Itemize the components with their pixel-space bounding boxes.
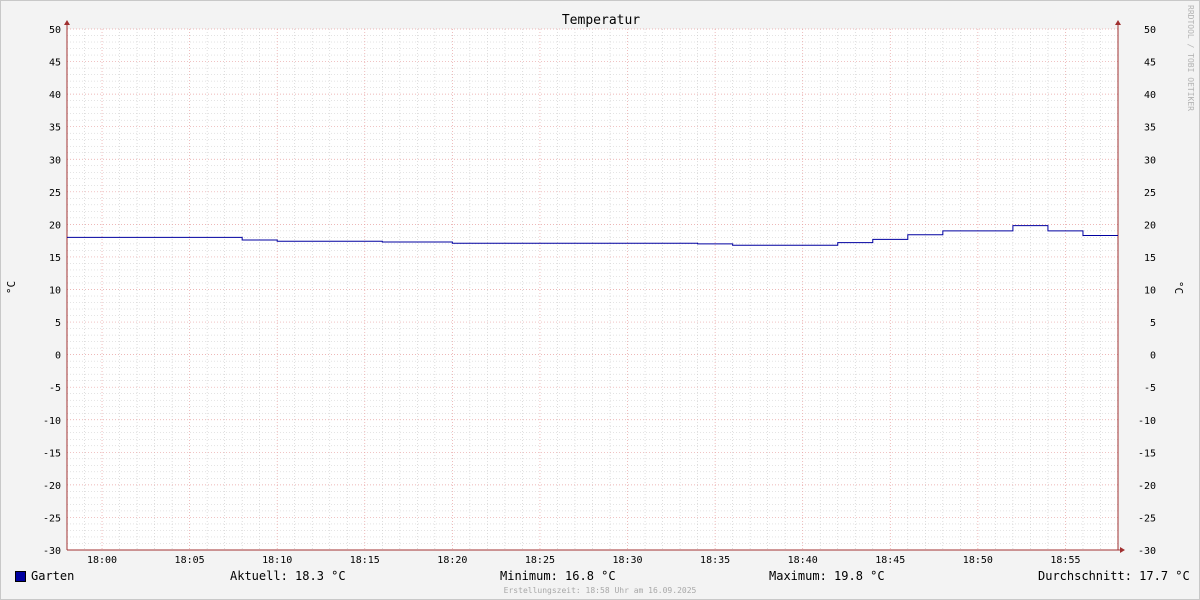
y-tick-label-left: -25 [43,513,61,524]
y-tick-label-left: 50 [49,25,61,36]
x-tick-label: 18:50 [963,555,993,566]
y-tick-label-left: 0 [55,351,61,362]
y-tick-label-right: 40 [1144,90,1156,101]
y-tick-label-left: 45 [49,58,61,69]
y-axis-label-left: °C [5,281,18,294]
y-tick-label-right: 45 [1144,58,1156,69]
y-axis-left-arrow [64,20,70,25]
y-tick-label-left: -30 [43,546,61,557]
legend-durchschnitt: Durchschnitt: 17.7 °C [1038,569,1190,583]
y-tick-label-left: 30 [49,155,61,166]
legend-series-name: Garten [31,569,75,583]
y-tick-label-right: 15 [1144,253,1156,264]
y-tick-label-left: -20 [43,481,61,492]
y-tick-label-right: 0 [1150,351,1156,362]
x-tick-label: 18:15 [350,555,380,566]
x-tick-label: 18:05 [175,555,205,566]
rrdtool-watermark: RRDTOOL / TOBI OETIKER [1186,5,1195,111]
y-tick-label-right: 30 [1144,155,1156,166]
y-tick-label-left: 15 [49,253,61,264]
footer-timestamp: Erstellungszeit: 18:58 Uhr am 16.09.2025 [503,586,697,595]
x-tick-label: 18:55 [1050,555,1080,566]
chart-svg: 50 5045 4540 4035 3530 3025 2520 2015 1510 105 50 0… [5,5,1195,566]
chart-canvas: 50 50 45 45 40 40 35 35 30 30 25 25 20 20 15 15 10 10 5 5 0 0… [0,0,1200,600]
chart-title: Temperatur [562,13,640,28]
x-tick-label: 18:35 [700,555,730,566]
y-tick-label-left: -5 [49,383,61,394]
y-tick-label-right: 35 [1144,123,1156,134]
y-tick-label-left: 35 [49,123,61,134]
x-tick-label: 18:40 [788,555,818,566]
y-axis-label-right: °C [1172,281,1185,294]
y-tick-label-left: 40 [49,90,61,101]
legend-maximum: Maximum: 19.8 °C [769,569,885,583]
x-tick-label: 18:30 [612,555,642,566]
x-tick-label: 18:10 [262,555,292,566]
y-tick-label-right: -15 [1138,448,1156,459]
x-tick-label: 18:00 [87,555,117,566]
legend-row: Garten Aktuell: 18.3 °C Minimum: 16.8 °C… [1,568,1199,584]
y-tick-label-right: 5 [1150,318,1156,329]
y-tick-label-left: 25 [49,188,61,199]
x-tick-label: 18:20 [437,555,467,566]
y-tick-label-left: 5 [55,318,61,329]
y-tick-label-right: 20 [1144,220,1156,231]
legend-minimum: Minimum: 16.8 °C [500,569,616,583]
y-tick-label-right: -10 [1138,416,1156,427]
y-tick-label-right: -30 [1138,546,1156,557]
y-tick-label-right: -25 [1138,513,1156,524]
y-tick-label-left: -10 [43,416,61,427]
y-tick-label-right: 25 [1144,188,1156,199]
legend-aktuell: Aktuell: 18.3 °C [230,569,346,583]
y-tick-label-left: 20 [49,220,61,231]
y-tick-label-left: 10 [49,286,61,297]
y-axis-right-arrow [1115,20,1121,25]
y-tick-label-right: 50 [1144,25,1156,36]
y-tick-label-right: -20 [1138,481,1156,492]
x-axis-arrow [1120,547,1125,553]
x-tick-label: 18:25 [525,555,555,566]
y-tick-label-right: -5 [1144,383,1156,394]
y-tick-label-right: 10 [1144,286,1156,297]
y-tick-label-left: -15 [43,448,61,459]
x-tick-label: 18:45 [875,555,905,566]
